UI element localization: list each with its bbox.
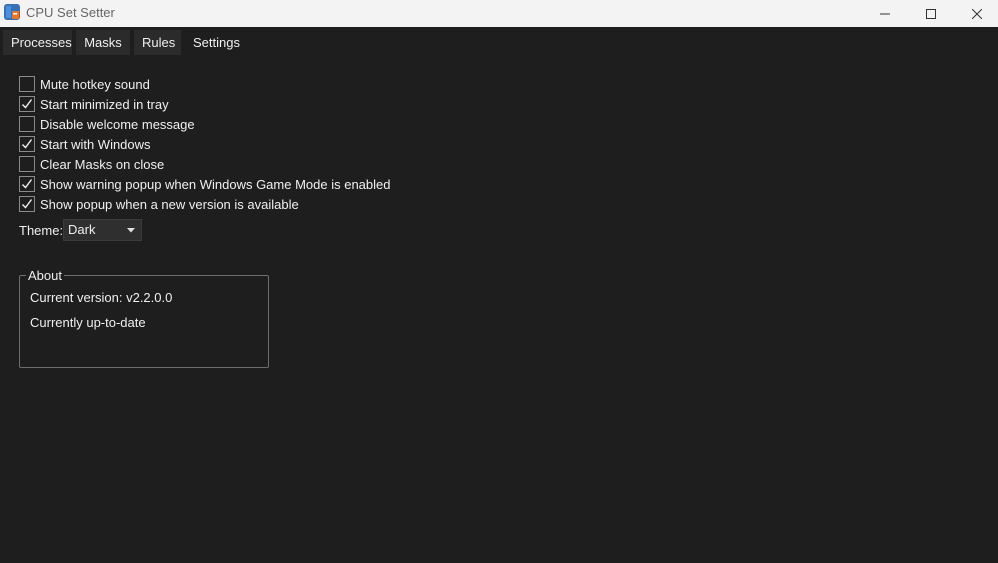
checkbox[interactable] [19, 76, 35, 92]
maximize-icon [926, 8, 936, 19]
checkbox[interactable] [19, 176, 35, 192]
setting-option-label: Start with Windows [40, 136, 151, 152]
checkbox[interactable] [19, 136, 35, 152]
close-icon [972, 8, 982, 19]
about-title: About [26, 268, 64, 283]
checkbox[interactable] [19, 116, 35, 132]
setting-option[interactable]: Start minimized in tray [19, 95, 169, 113]
title-bar: CPU Set Setter [0, 0, 998, 27]
setting-option[interactable]: Show warning popup when Windows Game Mod… [19, 175, 390, 193]
tab-rules[interactable]: Rules [134, 30, 181, 55]
checkmark-icon [22, 199, 33, 209]
about-groupbox: About Current version: v2.2.0.0 Currentl… [19, 268, 269, 368]
minimize-button[interactable] [862, 0, 908, 27]
tab-processes[interactable]: Processes [3, 30, 72, 55]
setting-option[interactable]: Disable welcome message [19, 115, 195, 133]
checkmark-icon [22, 99, 33, 109]
version-text: Current version: v2.2.0.0 [30, 290, 173, 305]
tab-strip: Processes Masks Rules Settings [0, 27, 998, 57]
setting-option-label: Start minimized in tray [40, 96, 169, 112]
setting-option-label: Clear Masks on close [40, 156, 165, 172]
checkbox[interactable] [19, 96, 35, 112]
setting-option-label: Disable welcome message [40, 116, 195, 132]
checkbox[interactable] [19, 196, 35, 212]
maximize-button[interactable] [908, 0, 954, 27]
setting-option-label: Show popup when a new version is availab… [40, 196, 299, 212]
theme-value: Dark [68, 222, 96, 237]
chevron-down-icon [127, 228, 135, 233]
theme-dropdown[interactable]: Dark [63, 219, 142, 241]
setting-option-label: Mute hotkey sound [40, 76, 150, 92]
tab-masks[interactable]: Masks [76, 30, 130, 55]
tab-settings[interactable]: Settings [185, 30, 248, 55]
checkbox[interactable] [19, 156, 35, 172]
setting-option[interactable]: Mute hotkey sound [19, 75, 150, 93]
update-status-text: Currently up-to-date [30, 315, 146, 330]
checkmark-icon [22, 179, 33, 189]
app-icon [4, 4, 20, 20]
setting-option[interactable]: Clear Masks on close [19, 155, 164, 173]
setting-option[interactable]: Show popup when a new version is availab… [19, 195, 299, 213]
minimize-icon [880, 13, 890, 14]
close-button[interactable] [954, 0, 998, 27]
theme-label: Theme: [19, 223, 64, 238]
setting-option[interactable]: Start with Windows [19, 135, 151, 153]
checkmark-icon [22, 139, 33, 149]
setting-option-label: Show warning popup when Windows Game Mod… [40, 176, 391, 192]
window-title: CPU Set Setter [26, 5, 115, 20]
